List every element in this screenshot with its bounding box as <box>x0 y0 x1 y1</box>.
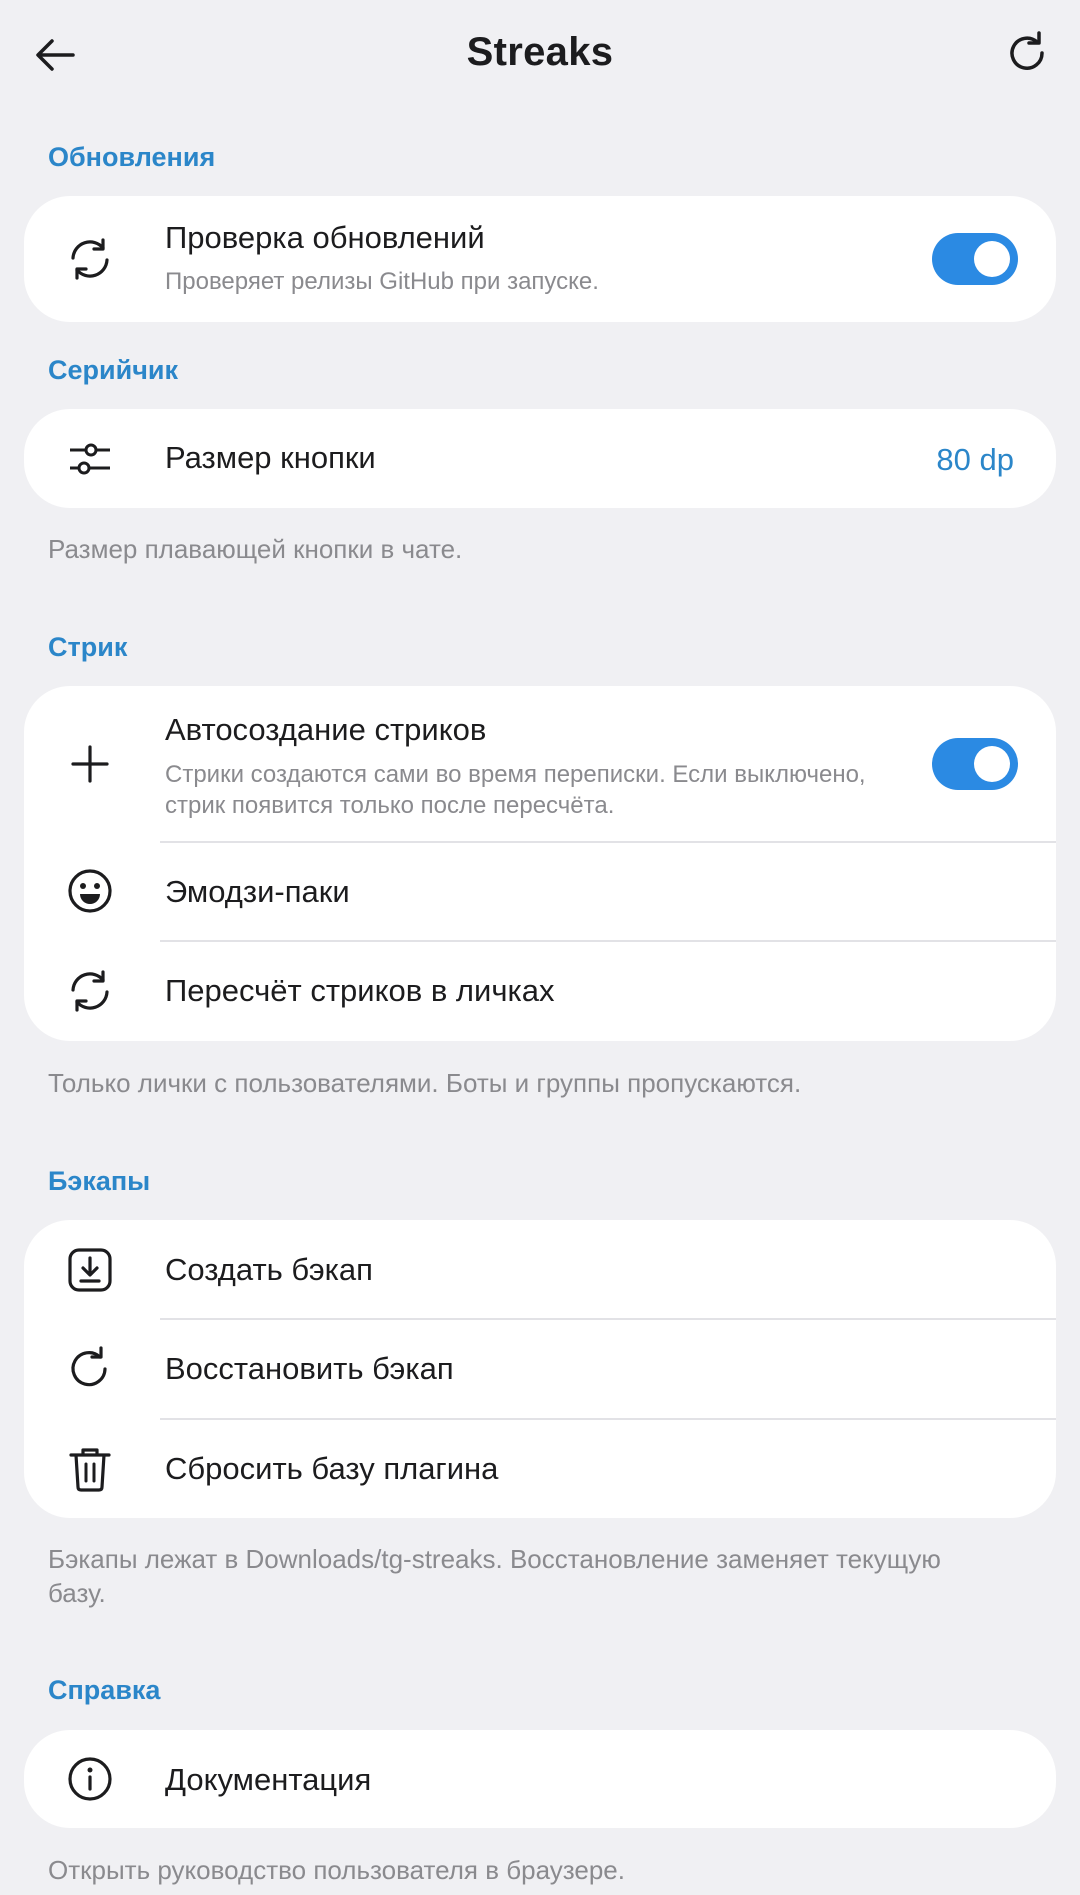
check-updates-label: Проверка обновлений <box>165 220 485 255</box>
documentation-row[interactable]: Документация <box>24 1730 1056 1828</box>
backups-footnote-line2: базу. <box>48 1578 106 1608</box>
section-title-updates: Обновления <box>48 142 216 172</box>
button-size-label: Размер кнопки <box>165 440 376 475</box>
restore-backup-row[interactable]: Восстановить бэкап <box>24 1319 1056 1418</box>
auto-create-description-line2: стрик появится только после пересчёта. <box>165 792 615 819</box>
sync-icon <box>64 233 116 285</box>
updates-card: Проверка обновлений Проверяет релизы Git… <box>24 196 1056 322</box>
help-card: Документация <box>24 1730 1056 1828</box>
top-bar: Streaks <box>0 0 1080 110</box>
create-backup-row[interactable]: Создать бэкап <box>24 1220 1056 1319</box>
auto-create-row[interactable]: Автосоздание стриков Стрики создаются са… <box>24 686 1056 842</box>
backups-footnote-line1: Бэкапы лежат в Downloads/tg-streaks. Вос… <box>48 1544 941 1574</box>
page-title: Streaks <box>466 30 614 74</box>
section-title-backups: Бэкапы <box>48 1166 151 1196</box>
backups-footnote: Бэкапы лежат в Downloads/tg-streaks. Вос… <box>48 1542 1018 1610</box>
emoji-packs-label: Эмодзи-паки <box>165 874 350 909</box>
sync-icon <box>64 965 116 1017</box>
toggle-knob <box>974 241 1010 277</box>
section-title-streak: Стрик <box>48 632 128 662</box>
streak-card: Автосоздание стриков Стрики создаются са… <box>24 686 1056 1041</box>
smiley-icon <box>64 865 116 917</box>
refresh-button[interactable] <box>1002 28 1052 78</box>
toggle-knob <box>974 746 1010 782</box>
download-icon <box>64 1244 116 1296</box>
create-backup-label: Создать бэкап <box>165 1252 373 1287</box>
backups-card: Создать бэкап Восстановить бэкап Сбросит… <box>24 1220 1056 1518</box>
info-icon <box>64 1753 116 1805</box>
section-title-serial: Серийчик <box>48 355 178 385</box>
restore-icon <box>64 1343 116 1395</box>
emoji-packs-row[interactable]: Эмодзи-паки <box>24 842 1056 941</box>
section-title-help: Справка <box>48 1675 161 1705</box>
button-size-row[interactable]: Размер кнопки 80 dp <box>24 409 1056 508</box>
recount-row[interactable]: Пересчёт стриков в личках <box>24 941 1056 1041</box>
auto-create-label: Автосоздание стриков <box>165 712 487 747</box>
serial-footnote: Размер плавающей кнопки в чате. <box>48 534 463 564</box>
sliders-icon <box>64 433 116 485</box>
documentation-label: Документация <box>165 1762 372 1797</box>
check-updates-row[interactable]: Проверка обновлений Проверяет релизы Git… <box>24 196 1056 322</box>
reset-db-label: Сбросить базу плагина <box>165 1451 499 1486</box>
plus-icon <box>64 738 116 790</box>
trash-icon <box>64 1443 116 1495</box>
streak-footnote: Только лички с пользователями. Боты и гр… <box>48 1068 802 1098</box>
help-footnote: Открыть руководство пользователя в брауз… <box>48 1855 625 1885</box>
button-size-value: 80 dp <box>936 442 1014 477</box>
serial-card: Размер кнопки 80 dp <box>24 409 1056 508</box>
auto-create-description-line1: Стрики создаются сами во время переписки… <box>165 761 866 788</box>
auto-create-toggle[interactable] <box>932 738 1018 790</box>
check-updates-toggle[interactable] <box>932 233 1018 285</box>
check-updates-description: Проверяет релизы GitHub при запуске. <box>165 268 599 295</box>
refresh-icon <box>1005 31 1049 75</box>
recount-label: Пересчёт стриков в личках <box>165 973 555 1008</box>
reset-db-row[interactable]: Сбросить базу плагина <box>24 1419 1056 1518</box>
restore-backup-label: Восстановить бэкап <box>165 1351 454 1386</box>
